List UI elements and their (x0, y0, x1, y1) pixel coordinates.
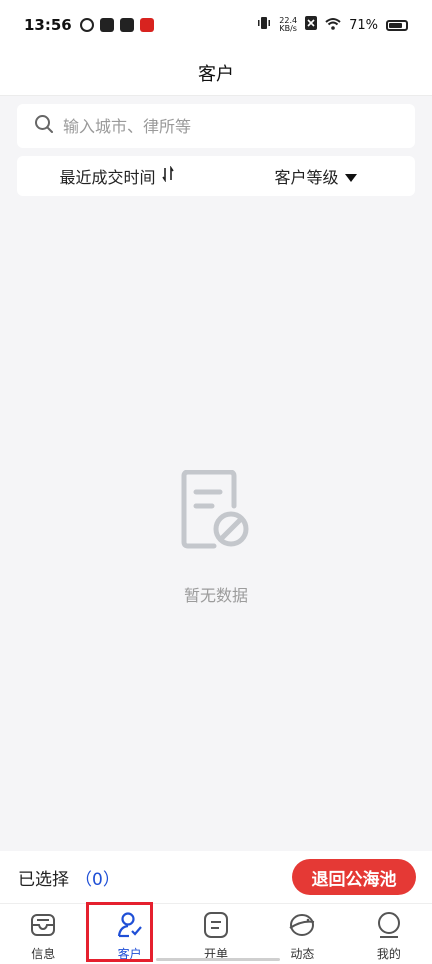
home-indicator (156, 958, 280, 961)
bottom-tab-bar: 信息 客户 开单 动态 我的 (0, 903, 432, 964)
battery-icon (386, 19, 408, 31)
battery-percent: 71% (349, 17, 378, 33)
tab-label: 客户 (117, 947, 142, 961)
status-time: 13:56 (24, 16, 72, 34)
sort-label: 最近成交时间 (59, 168, 156, 187)
no-data-icon (180, 469, 252, 554)
customer-level-dropdown[interactable]: 客户等级 (216, 156, 415, 196)
caret-down-icon (344, 167, 357, 186)
sync-icon (79, 18, 94, 32)
tab-label: 我的 (376, 947, 401, 961)
tab-label: 信息 (31, 947, 56, 961)
tab-label: 动态 (290, 947, 315, 961)
search-icon (33, 113, 55, 139)
empty-state: 暂无数据 (0, 469, 432, 606)
vibrate-icon (257, 16, 271, 34)
tab-messages[interactable]: 信息 (0, 904, 86, 964)
selected-label: 已选择 (18, 869, 69, 890)
tiktok-icon (99, 18, 114, 32)
sort-toggle-icon (161, 165, 174, 186)
filter-bar: 最近成交时间 客户等级 (17, 156, 415, 196)
empty-message: 暂无数据 (183, 586, 248, 605)
selected-count: （0） (75, 869, 120, 890)
return-to-pool-button[interactable]: 退回公海池 (292, 859, 416, 895)
tab-create-order[interactable]: 开单 (173, 904, 259, 964)
document-icon (202, 911, 230, 942)
page-header: 客户 (0, 50, 432, 96)
profile-icon (375, 911, 403, 942)
app-notification-icon (119, 18, 134, 32)
tab-activity[interactable]: 动态 (259, 904, 345, 964)
wifi-icon (325, 16, 341, 34)
network-speed-unit: KB/s (279, 24, 297, 33)
search-bar[interactable] (17, 104, 415, 148)
app-screen: 13:56 22.4 KB/s 71% 客户 输入城市、律所等 最近成交时间 客… (0, 0, 432, 964)
level-label: 客户等级 (274, 168, 339, 187)
inbox-icon (29, 911, 57, 942)
status-right-group: 22.4 KB/s 71% (257, 16, 408, 34)
page-title: 客户 (198, 63, 234, 85)
news-app-icon (139, 18, 154, 32)
tab-customers[interactable]: 客户 (86, 904, 172, 964)
status-bar: 13:56 22.4 KB/s 71% (0, 0, 432, 50)
planet-icon (288, 911, 316, 942)
user-check-icon (116, 911, 144, 942)
sim-off-icon (305, 16, 318, 34)
search-input[interactable] (63, 116, 383, 136)
network-speed: 22.4 KB/s (279, 17, 297, 33)
sort-by-recent-deal-button[interactable]: 最近成交时间 (17, 156, 216, 196)
selection-action-bar: 已选择 （0） 退回公海池 (0, 851, 432, 903)
status-notification-icons (79, 18, 154, 32)
tab-mine[interactable]: 我的 (346, 904, 432, 964)
